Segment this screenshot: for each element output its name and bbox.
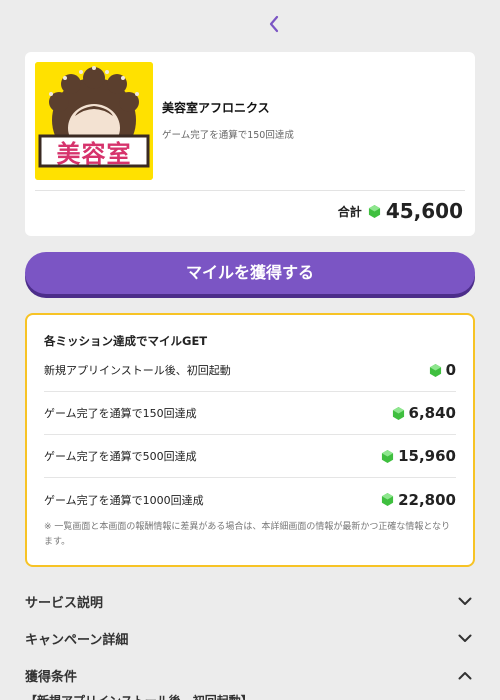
accordion-acquisition-conditions[interactable]: 獲得条件: [25, 660, 475, 690]
app-card: 美容室 美容室アフロニクス ゲーム完了を通算で150回達成 合計 45,600: [25, 52, 475, 236]
disclaimer-note: ※ 一覧画面と本画面の報酬情報に差異がある場合は、本詳細画面の情報が最新かつ正確…: [44, 522, 451, 547]
app-name: 美容室アフロニクス: [162, 101, 270, 115]
missions-panel: 各ミッション達成でマイルGET 新規アプリインストール後、初回起動 0 ゲーム完…: [25, 313, 475, 567]
total-row: 合計 45,600: [338, 199, 463, 223]
gem-icon: [368, 204, 380, 218]
accordion-service-description[interactable]: サービス説明: [25, 586, 475, 616]
mission-reward: 22,800: [381, 491, 456, 509]
back-button[interactable]: [262, 10, 286, 38]
app-subtitle: ゲーム完了を通算で150回達成: [162, 130, 294, 141]
mission-reward: 6,840: [392, 404, 456, 422]
divider: [35, 190, 465, 191]
mission-row: ゲーム完了を通算で150回達成 6,840: [44, 392, 456, 435]
mission-value: 15,960: [398, 447, 456, 465]
mission-reward: 15,960: [381, 447, 456, 465]
chevron-left-icon: [269, 15, 279, 33]
mission-row: 新規アプリインストール後、初回起動 0: [44, 349, 456, 392]
chevron-up-icon: [455, 665, 475, 685]
app-thumbnail: 美容室: [35, 62, 153, 180]
mission-label: ゲーム完了を通算で150回達成: [44, 407, 197, 420]
total-value: 45,600: [385, 199, 463, 223]
total-label: 合計: [337, 204, 362, 219]
missions-title: 各ミッション達成でマイルGET: [44, 334, 208, 348]
mission-row: ゲーム完了を通算で500回達成 15,960: [44, 435, 456, 478]
chevron-down-icon: [455, 591, 475, 611]
mission-label: 新規アプリインストール後、初回起動: [44, 364, 231, 377]
chevron-down-icon: [455, 628, 475, 648]
mission-value: 0: [445, 361, 456, 379]
mission-row: ゲーム完了を通算で1000回達成 22,800: [44, 478, 456, 521]
app-logo-text: 美容室: [56, 139, 132, 168]
mission-value: 6,840: [408, 404, 456, 422]
gem-icon: [392, 406, 404, 420]
gem-icon: [382, 493, 394, 506]
get-miles-button[interactable]: マイルを獲得する: [25, 252, 475, 294]
accordion-campaign-details[interactable]: キャンペーン詳細: [25, 623, 475, 653]
mission-label: ゲーム完了を通算で1000回達成: [44, 493, 204, 507]
mission-reward: 0: [429, 361, 456, 379]
gem-icon: [429, 363, 441, 377]
mission-value: 22,800: [398, 490, 456, 509]
accordion-label: サービス説明: [25, 595, 104, 611]
accordion-label: キャンペーン詳細: [25, 632, 129, 648]
accordion-label: 獲得条件: [25, 669, 78, 685]
condition-text: 【新規アプリインストール後、初回起動】: [25, 692, 253, 700]
mission-label: ゲーム完了を通算で500回達成: [44, 450, 197, 463]
gem-icon: [382, 449, 394, 463]
